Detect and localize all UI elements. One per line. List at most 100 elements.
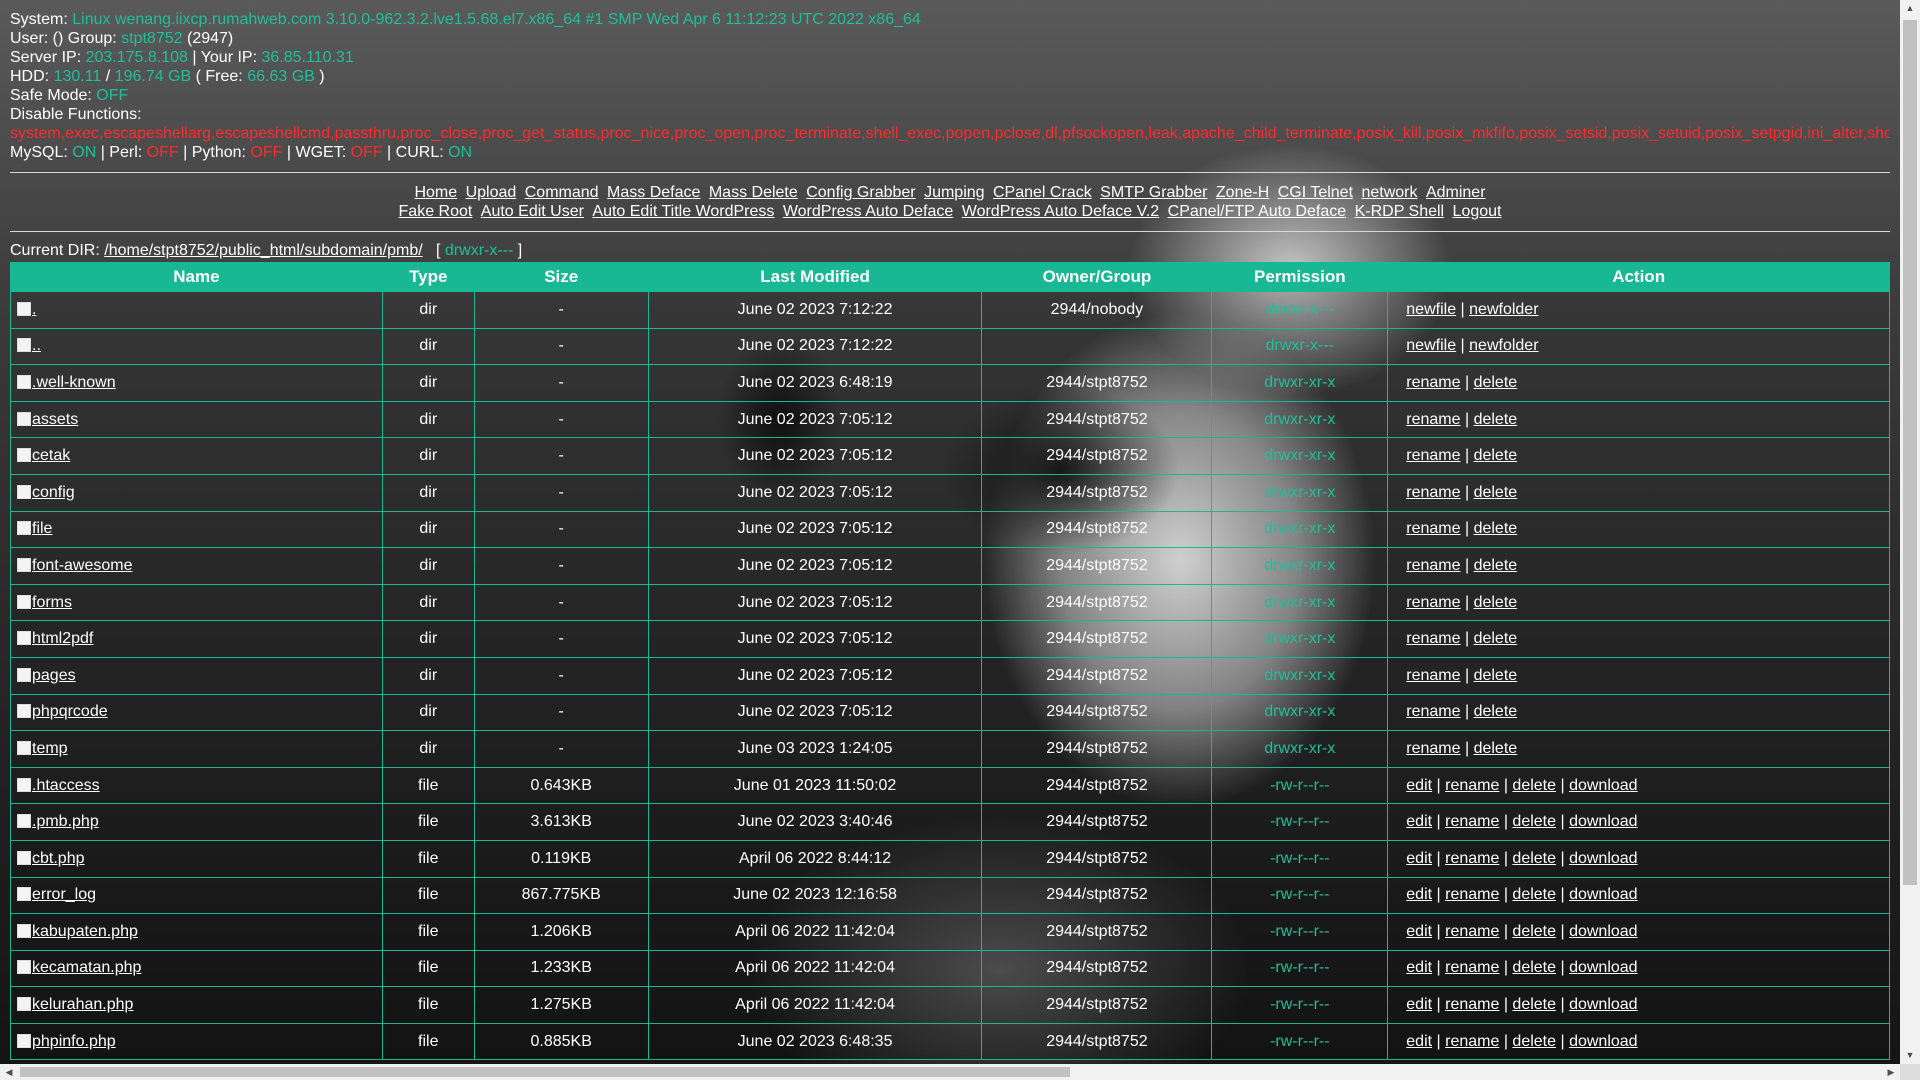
menu-link-wordpress-auto-deface[interactable]: WordPress Auto Deface <box>783 203 953 220</box>
menu-link-jumping[interactable]: Jumping <box>924 184 984 201</box>
download-link[interactable]: download <box>1569 850 1638 867</box>
delete-link[interactable]: delete <box>1474 667 1518 684</box>
menu-link-cpanel-ftp-auto-deface[interactable]: CPanel/FTP Auto Deface <box>1168 203 1346 220</box>
menu-link-home[interactable]: Home <box>414 184 457 201</box>
newfile-link[interactable]: newfile <box>1406 337 1456 354</box>
rename-link[interactable]: rename <box>1445 886 1499 903</box>
scroll-up-arrow-icon[interactable]: ▲ <box>1900 0 1920 17</box>
edit-link[interactable]: edit <box>1406 959 1432 976</box>
file-name-link[interactable]: html2pdf <box>32 630 93 647</box>
horizontal-scrollbar[interactable]: ◀ ▶ <box>0 1064 1900 1080</box>
current-dir-path-link[interactable]: /home/stpt8752/public_html/subdomain/pmb… <box>104 242 422 259</box>
delete-link[interactable]: delete <box>1474 374 1518 391</box>
menu-link-cpanel-crack[interactable]: CPanel Crack <box>993 184 1092 201</box>
delete-link[interactable]: delete <box>1512 996 1556 1013</box>
edit-link[interactable]: edit <box>1406 886 1432 903</box>
file-name-link[interactable]: forms <box>32 594 72 611</box>
rename-link[interactable]: rename <box>1406 557 1460 574</box>
newfile-link[interactable]: newfile <box>1406 301 1456 318</box>
menu-link-config-grabber[interactable]: Config Grabber <box>806 184 915 201</box>
menu-link-logout[interactable]: Logout <box>1453 203 1502 220</box>
rename-link[interactable]: rename <box>1445 923 1499 940</box>
file-name-link[interactable]: .. <box>32 337 41 354</box>
edit-link[interactable]: edit <box>1406 813 1432 830</box>
file-name-link[interactable]: phpqrcode <box>32 703 108 720</box>
rename-link[interactable]: rename <box>1406 520 1460 537</box>
menu-link-command[interactable]: Command <box>525 184 599 201</box>
menu-link-adminer[interactable]: Adminer <box>1426 184 1486 201</box>
menu-link-zone-h[interactable]: Zone-H <box>1216 184 1269 201</box>
delete-link[interactable]: delete <box>1512 1033 1556 1050</box>
vertical-scroll-thumb[interactable] <box>1903 20 1917 885</box>
delete-link[interactable]: delete <box>1474 411 1518 428</box>
file-name-link[interactable]: kabupaten.php <box>32 923 138 940</box>
rename-link[interactable]: rename <box>1406 667 1460 684</box>
rename-link[interactable]: rename <box>1406 594 1460 611</box>
menu-link-wordpress-auto-deface-v-2[interactable]: WordPress Auto Deface V.2 <box>962 203 1159 220</box>
file-name-link[interactable]: kelurahan.php <box>32 996 133 1013</box>
file-name-link[interactable]: cbt.php <box>32 850 84 867</box>
file-name-link[interactable]: font-awesome <box>32 557 133 574</box>
delete-link[interactable]: delete <box>1512 959 1556 976</box>
delete-link[interactable]: delete <box>1512 813 1556 830</box>
download-link[interactable]: download <box>1569 777 1638 794</box>
menu-link-mass-deface[interactable]: Mass Deface <box>607 184 700 201</box>
horizontal-scroll-thumb[interactable] <box>20 1067 1070 1077</box>
scroll-left-arrow-icon[interactable]: ◀ <box>0 1064 18 1080</box>
rename-link[interactable]: rename <box>1445 777 1499 794</box>
delete-link[interactable]: delete <box>1474 447 1518 464</box>
menu-link-fake-root[interactable]: Fake Root <box>399 203 473 220</box>
menu-link-cgi-telnet[interactable]: CGI Telnet <box>1278 184 1353 201</box>
rename-link[interactable]: rename <box>1406 484 1460 501</box>
download-link[interactable]: download <box>1569 1033 1638 1050</box>
delete-link[interactable]: delete <box>1512 777 1556 794</box>
rename-link[interactable]: rename <box>1445 1033 1499 1050</box>
file-name-link[interactable]: cetak <box>32 447 70 464</box>
file-name-link[interactable]: .pmb.php <box>32 813 99 830</box>
rename-link[interactable]: rename <box>1445 996 1499 1013</box>
file-name-link[interactable]: temp <box>32 740 68 757</box>
file-name-link[interactable]: config <box>32 484 75 501</box>
delete-link[interactable]: delete <box>1474 630 1518 647</box>
menu-link-auto-edit-user[interactable]: Auto Edit User <box>481 203 584 220</box>
edit-link[interactable]: edit <box>1406 850 1432 867</box>
rename-link[interactable]: rename <box>1445 959 1499 976</box>
delete-link[interactable]: delete <box>1512 923 1556 940</box>
download-link[interactable]: download <box>1569 996 1638 1013</box>
download-link[interactable]: download <box>1569 886 1638 903</box>
newfolder-link[interactable]: newfolder <box>1469 337 1538 354</box>
delete-link[interactable]: delete <box>1474 703 1518 720</box>
rename-link[interactable]: rename <box>1406 740 1460 757</box>
edit-link[interactable]: edit <box>1406 777 1432 794</box>
edit-link[interactable]: edit <box>1406 996 1432 1013</box>
rename-link[interactable]: rename <box>1406 703 1460 720</box>
file-name-link[interactable]: error_log <box>32 886 96 903</box>
menu-link-smtp-grabber[interactable]: SMTP Grabber <box>1100 184 1207 201</box>
download-link[interactable]: download <box>1569 923 1638 940</box>
delete-link[interactable]: delete <box>1474 484 1518 501</box>
delete-link[interactable]: delete <box>1512 850 1556 867</box>
delete-link[interactable]: delete <box>1474 740 1518 757</box>
rename-link[interactable]: rename <box>1406 374 1460 391</box>
edit-link[interactable]: edit <box>1406 923 1432 940</box>
scroll-down-arrow-icon[interactable]: ▼ <box>1900 1047 1920 1064</box>
rename-link[interactable]: rename <box>1445 813 1499 830</box>
file-name-link[interactable]: file <box>32 520 52 537</box>
file-name-link[interactable]: . <box>32 301 36 318</box>
vertical-scrollbar[interactable]: ▲ ▼ <box>1900 0 1920 1064</box>
rename-link[interactable]: rename <box>1406 447 1460 464</box>
download-link[interactable]: download <box>1569 959 1638 976</box>
delete-link[interactable]: delete <box>1512 886 1556 903</box>
file-name-link[interactable]: assets <box>32 411 78 428</box>
file-name-link[interactable]: .htaccess <box>32 777 100 794</box>
file-name-link[interactable]: .well-known <box>32 374 116 391</box>
menu-link-upload[interactable]: Upload <box>466 184 517 201</box>
file-name-link[interactable]: kecamatan.php <box>32 959 141 976</box>
rename-link[interactable]: rename <box>1445 850 1499 867</box>
file-name-link[interactable]: phpinfo.php <box>32 1033 116 1050</box>
delete-link[interactable]: delete <box>1474 594 1518 611</box>
menu-link-mass-delete[interactable]: Mass Delete <box>709 184 798 201</box>
scroll-right-arrow-icon[interactable]: ▶ <box>1882 1064 1900 1080</box>
delete-link[interactable]: delete <box>1474 557 1518 574</box>
download-link[interactable]: download <box>1569 813 1638 830</box>
